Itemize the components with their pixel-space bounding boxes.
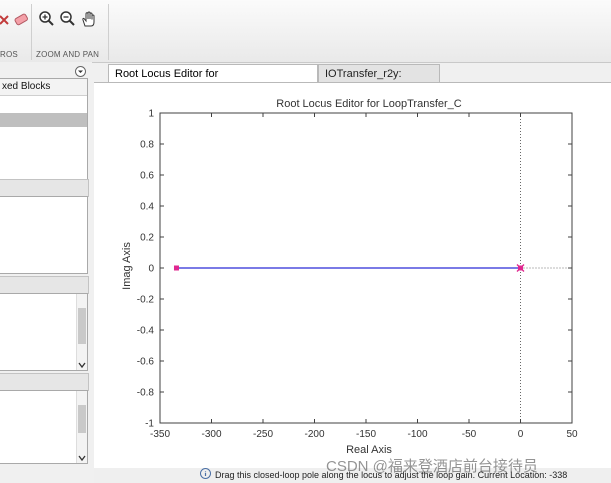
toolstrip-separator xyxy=(31,4,32,60)
scroll-down-icon[interactable] xyxy=(77,454,87,462)
scrollbar-thumb[interactable] xyxy=(78,308,86,344)
section-label-zoom-and-pan: ZOOM AND PAN xyxy=(36,50,100,59)
tab-iotransfer-step[interactable]: IOTransfer_r2y: step✕ xyxy=(318,64,440,98)
y-axis-label: Imag Axis xyxy=(121,242,133,290)
x-tick-label: -50 xyxy=(462,429,477,440)
x-tick-label: 0 xyxy=(518,429,524,440)
scrollbar-thumb[interactable] xyxy=(78,405,86,433)
panel-box xyxy=(0,293,88,371)
scroll-down-icon[interactable] xyxy=(77,361,87,369)
y-axis-ticks: -1 -0.8 -0.6 -0.4 -0.2 0 0.2 0.4 0.6 0.8 1 xyxy=(137,109,572,430)
zoom-in-icon[interactable] xyxy=(38,10,56,28)
x-tick-label: -350 xyxy=(150,429,170,440)
scrollbar[interactable] xyxy=(76,294,87,370)
y-tick-label: 0 xyxy=(148,264,154,275)
blocks-header: xed Blocks xyxy=(0,79,87,96)
y-tick-label: 0.8 xyxy=(140,140,154,151)
watermark: CSDN @福来登酒店前台接待员 xyxy=(326,458,538,475)
panel-section-header[interactable] xyxy=(0,276,89,294)
blocks-list: xed Blocks xyxy=(0,78,88,180)
y-tick-label: -0.8 xyxy=(137,388,155,399)
closed-loop-pole[interactable] xyxy=(173,265,179,271)
y-tick-label: 0.6 xyxy=(140,171,154,182)
panel-section-header[interactable] xyxy=(0,179,89,197)
panel-section-header[interactable] xyxy=(0,373,89,391)
root-locus-editor: Root Locus Editor for LoopTransfer_C -1-… xyxy=(94,82,611,468)
info-icon xyxy=(200,468,211,479)
x-tick-label: -300 xyxy=(201,429,221,440)
x-tick-label: -250 xyxy=(253,429,273,440)
panel-box xyxy=(0,390,88,464)
x-tick-label: 50 xyxy=(566,429,578,440)
editor-tabs: Root Locus Editor for LoopTransfer_C✕ IO… xyxy=(94,62,611,98)
root-locus-plot[interactable]: Root Locus Editor for LoopTransfer_C -1-… xyxy=(94,83,611,469)
x-axis-ticks: -350 -300 -250 -200 -150 -100 -50 0 50 xyxy=(150,113,578,440)
x-tick-label: -150 xyxy=(356,429,376,440)
left-panel: xed Blocks xyxy=(0,62,92,483)
toolstrip-separator xyxy=(108,4,109,60)
y-tick-label: 0.2 xyxy=(140,233,154,244)
y-tick-label: 1 xyxy=(148,109,154,120)
x-tick-label: -100 xyxy=(407,429,427,440)
eraser-icon[interactable] xyxy=(12,10,30,28)
zoom-out-icon[interactable] xyxy=(59,10,77,28)
chart-title: Root Locus Editor for LoopTransfer_C xyxy=(276,98,462,110)
scrollbar[interactable] xyxy=(76,391,87,463)
pan-hand-icon[interactable] xyxy=(80,10,98,28)
list-item-selected[interactable] xyxy=(0,113,87,127)
panel-menu-icon[interactable] xyxy=(75,66,86,77)
x-tick-label: -200 xyxy=(304,429,324,440)
toolstrip: ROS ZOOM AND PAN xyxy=(0,0,611,63)
y-tick-label: -0.4 xyxy=(137,326,155,337)
y-tick-label: -0.2 xyxy=(137,295,155,306)
panel-box xyxy=(0,196,88,274)
y-tick-label: -0.6 xyxy=(137,357,155,368)
y-tick-label: -1 xyxy=(145,419,154,430)
y-tick-label: 0.4 xyxy=(140,202,154,213)
section-label-partial: ROS xyxy=(0,50,18,59)
tab-root-locus-editor[interactable]: Root Locus Editor for LoopTransfer_C✕ xyxy=(108,64,318,98)
